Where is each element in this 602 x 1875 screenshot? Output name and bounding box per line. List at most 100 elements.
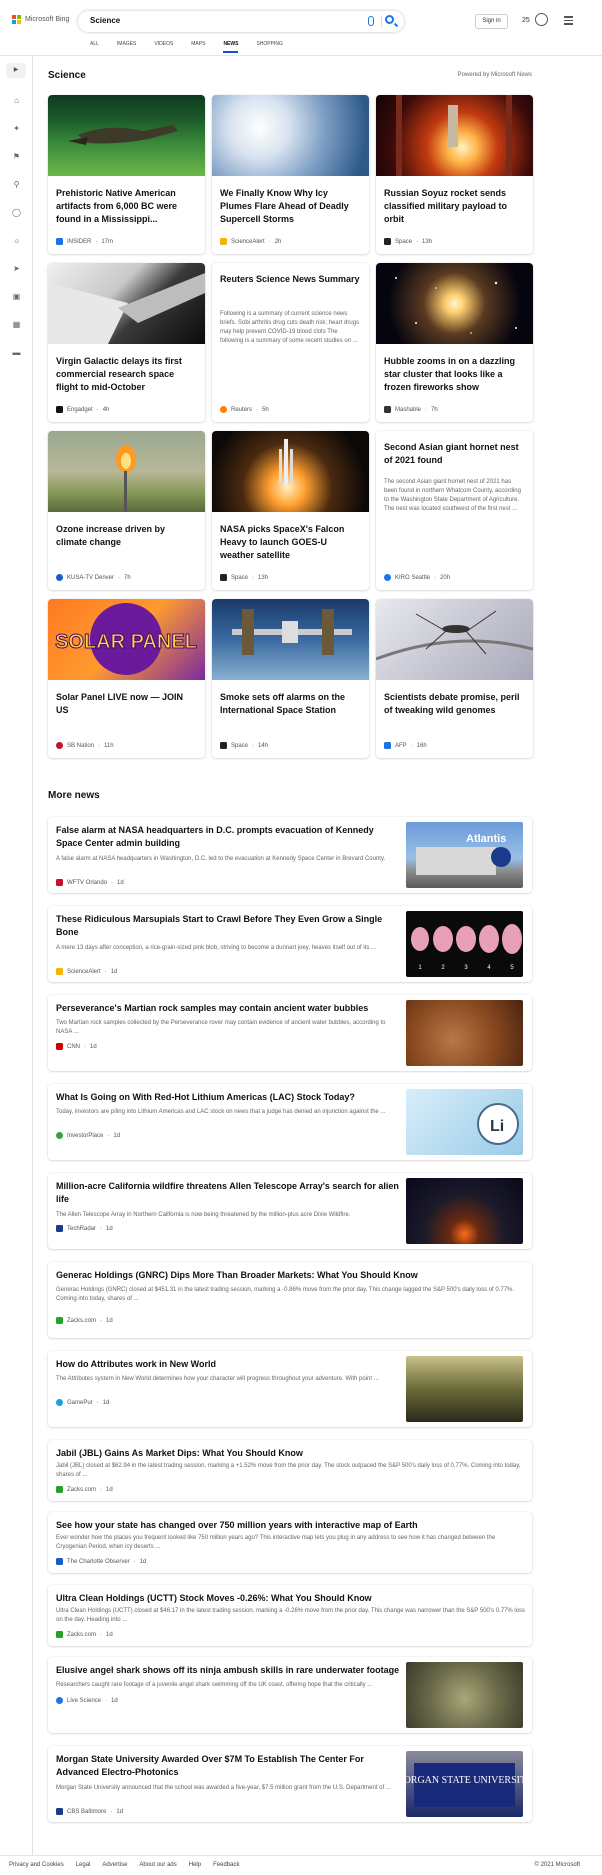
science-icon[interactable]: ✦ [12,124,21,133]
card-title[interactable]: Solar Panel LIVE now — JOIN US [56,691,197,717]
news-row[interactable]: See how your state has changed over 750 … [48,1512,532,1573]
solar-panel-logo-image: SOLAR PANEL [55,603,197,675]
row-source: GamePur [67,1399,93,1406]
search-input[interactable]: Science [90,16,120,25]
news-card[interactable]: We Finally Know Why Icy Plumes Flare Ahe… [212,95,369,254]
card-title[interactable]: Second Asian giant hornet nest of 2021 f… [384,441,525,467]
news-row[interactable]: Perseverance's Martian rock samples may … [48,995,532,1071]
row-title[interactable]: Jabil (JBL) Gains As Market Dips: What Y… [56,1447,526,1460]
footer-privacy-link[interactable]: Privacy and Cookies [9,1862,64,1868]
card-title[interactable]: Scientists debate promise, peril of twea… [384,691,525,717]
rewards-medal-icon[interactable] [535,13,548,26]
card-source: Space [231,742,249,749]
row-title[interactable]: Elusive angel shark shows off its ninja … [56,1664,401,1677]
card-title[interactable]: Ozone increase driven by climate change [56,523,197,549]
powered-by[interactable]: Powered by Microsoft News [458,72,532,78]
news-row[interactable]: Generac Holdings (GNRC) Dips More Than B… [48,1262,532,1338]
tab-shopping[interactable]: SHOPPING [256,41,282,47]
news-card[interactable]: Hubble zooms in on a dazzling star clust… [376,263,533,422]
tab-news[interactable]: NEWS [223,41,239,53]
news-card[interactable]: SOLAR PANEL Solar Panel LIVE now — JOIN … [48,599,205,758]
briefcase-icon[interactable]: ▦ [12,320,21,329]
row-source: ScienceAlert [67,968,101,975]
location-icon[interactable]: ⚲ [12,180,21,189]
card-title[interactable]: NASA picks SpaceX's Falcon Heavy to laun… [220,523,361,562]
spaceship-image [48,273,205,344]
svg-text:Li: Li [490,1118,504,1135]
card-title[interactable]: Reuters Science News Summary [220,273,361,286]
row-title[interactable]: Perseverance's Martian rock samples may … [56,1002,401,1015]
footer-help-link[interactable]: Help [189,1862,201,1868]
news-row[interactable]: False alarm at NASA headquarters in D.C.… [48,817,532,893]
rewards-points[interactable]: 25 [522,17,530,24]
card-title[interactable]: Virgin Galactic delays its first commerc… [56,355,197,394]
news-card[interactable]: Ozone increase driven by climate change … [48,431,205,590]
card-title[interactable]: We Finally Know Why Icy Plumes Flare Ahe… [220,187,361,226]
card-title[interactable]: Hubble zooms in on a dazzling star clust… [384,355,525,394]
row-title[interactable]: False alarm at NASA headquarters in D.C.… [56,824,401,850]
card-image [212,431,369,512]
card-title[interactable]: Prehistoric Native American artifacts fr… [56,187,197,226]
row-title[interactable]: How do Attributes work in New World [56,1358,401,1371]
row-title[interactable]: See how your state has changed over 750 … [56,1519,526,1532]
news-card[interactable]: Prehistoric Native American artifacts fr… [48,95,205,254]
tab-all[interactable]: ALL [90,41,99,47]
globe-icon[interactable]: ◯ [12,208,21,217]
cbs-logo-icon [56,1808,63,1815]
row-title[interactable]: Million-acre California wildfire threate… [56,1180,401,1206]
news-row[interactable]: Ultra Clean Holdings (UCTT) Stock Moves … [48,1585,532,1646]
flag-icon[interactable]: ⚑ [12,152,21,161]
expand-sidebar-button[interactable]: ▶ [6,63,26,78]
footer-feedback-link[interactable]: Feedback [213,1862,239,1868]
row-time: 1d [117,879,124,886]
news-card[interactable]: Reuters Science News Summary Following i… [212,263,369,422]
row-title[interactable]: Generac Holdings (GNRC) Dips More Than B… [56,1269,526,1282]
news-row[interactable]: Million-acre California wildfire threate… [48,1173,532,1249]
footer-about-ads-link[interactable]: About our ads [139,1862,176,1868]
row-title[interactable]: These Ridiculous Marsupials Start to Cra… [56,913,401,939]
row-title[interactable]: Morgan State University Awarded Over $7M… [56,1753,401,1779]
card-title[interactable]: Russian Soyuz rocket sends classified mi… [384,187,525,226]
card-image [48,95,205,176]
row-time: 1d [90,1043,97,1050]
wallet-icon[interactable]: ▬ [12,348,21,357]
rocket-icon[interactable]: ➤ [12,264,21,273]
card-title[interactable]: Smoke sets off alarms on the Internation… [220,691,361,717]
search-divider [381,15,382,27]
news-card[interactable]: NASA picks SpaceX's Falcon Heavy to laun… [212,431,369,590]
news-card[interactable]: Virgin Galactic delays its first commerc… [48,263,205,422]
svg-text:Atlantis: Atlantis [466,833,506,845]
tech-icon[interactable]: ☼ [12,236,21,245]
footer-advertise-link[interactable]: Advertise [102,1862,127,1868]
row-thumbnail [406,1662,523,1728]
tab-videos[interactable]: VIDEOS [154,41,173,47]
row-time: 1d [106,1631,113,1638]
home-icon[interactable]: ⌂ [12,96,21,105]
menu-icon[interactable] [564,16,573,27]
row-title[interactable]: Ultra Clean Holdings (UCTT) Stock Moves … [56,1592,526,1605]
footer-legal-link[interactable]: Legal [76,1862,91,1868]
card-time: 14h [258,742,269,749]
tab-images[interactable]: IMAGES [117,41,136,47]
news-row[interactable]: Jabil (JBL) Gains As Market Dips: What Y… [48,1440,532,1501]
search-icon[interactable] [385,15,394,24]
row-title[interactable]: What Is Going on With Red-Hot Lithium Am… [56,1091,401,1104]
search-box[interactable]: Science [78,11,404,32]
news-row[interactable]: How do Attributes work in New World The … [48,1351,532,1427]
film-icon[interactable]: ▣ [12,292,21,301]
row-snippet: Ever wonder how the places you frequent … [56,1535,496,1550]
news-card[interactable]: Russian Soyuz rocket sends classified mi… [376,95,533,254]
news-row[interactable]: What Is Going on With Red-Hot Lithium Am… [48,1084,532,1160]
sign-in-button[interactable]: Sign in [475,14,508,29]
news-card[interactable]: Scientists debate promise, peril of twea… [376,599,533,758]
tab-maps[interactable]: MAPS [191,41,205,47]
section-title: Science [48,70,86,81]
news-row[interactable]: Morgan State University Awarded Over $7M… [48,1746,533,1822]
news-row[interactable]: These Ridiculous Marsupials Start to Cra… [48,906,532,982]
news-card[interactable]: Smoke sets off alarms on the Internation… [212,599,369,758]
news-card[interactable]: Second Asian giant hornet nest of 2021 f… [376,431,533,590]
microphone-icon[interactable] [368,16,374,26]
news-row[interactable]: Elusive angel shark shows off its ninja … [48,1657,532,1733]
row-source: CBS Baltimore [67,1808,107,1815]
bing-logo[interactable]: Microsoft Bing [12,15,69,24]
